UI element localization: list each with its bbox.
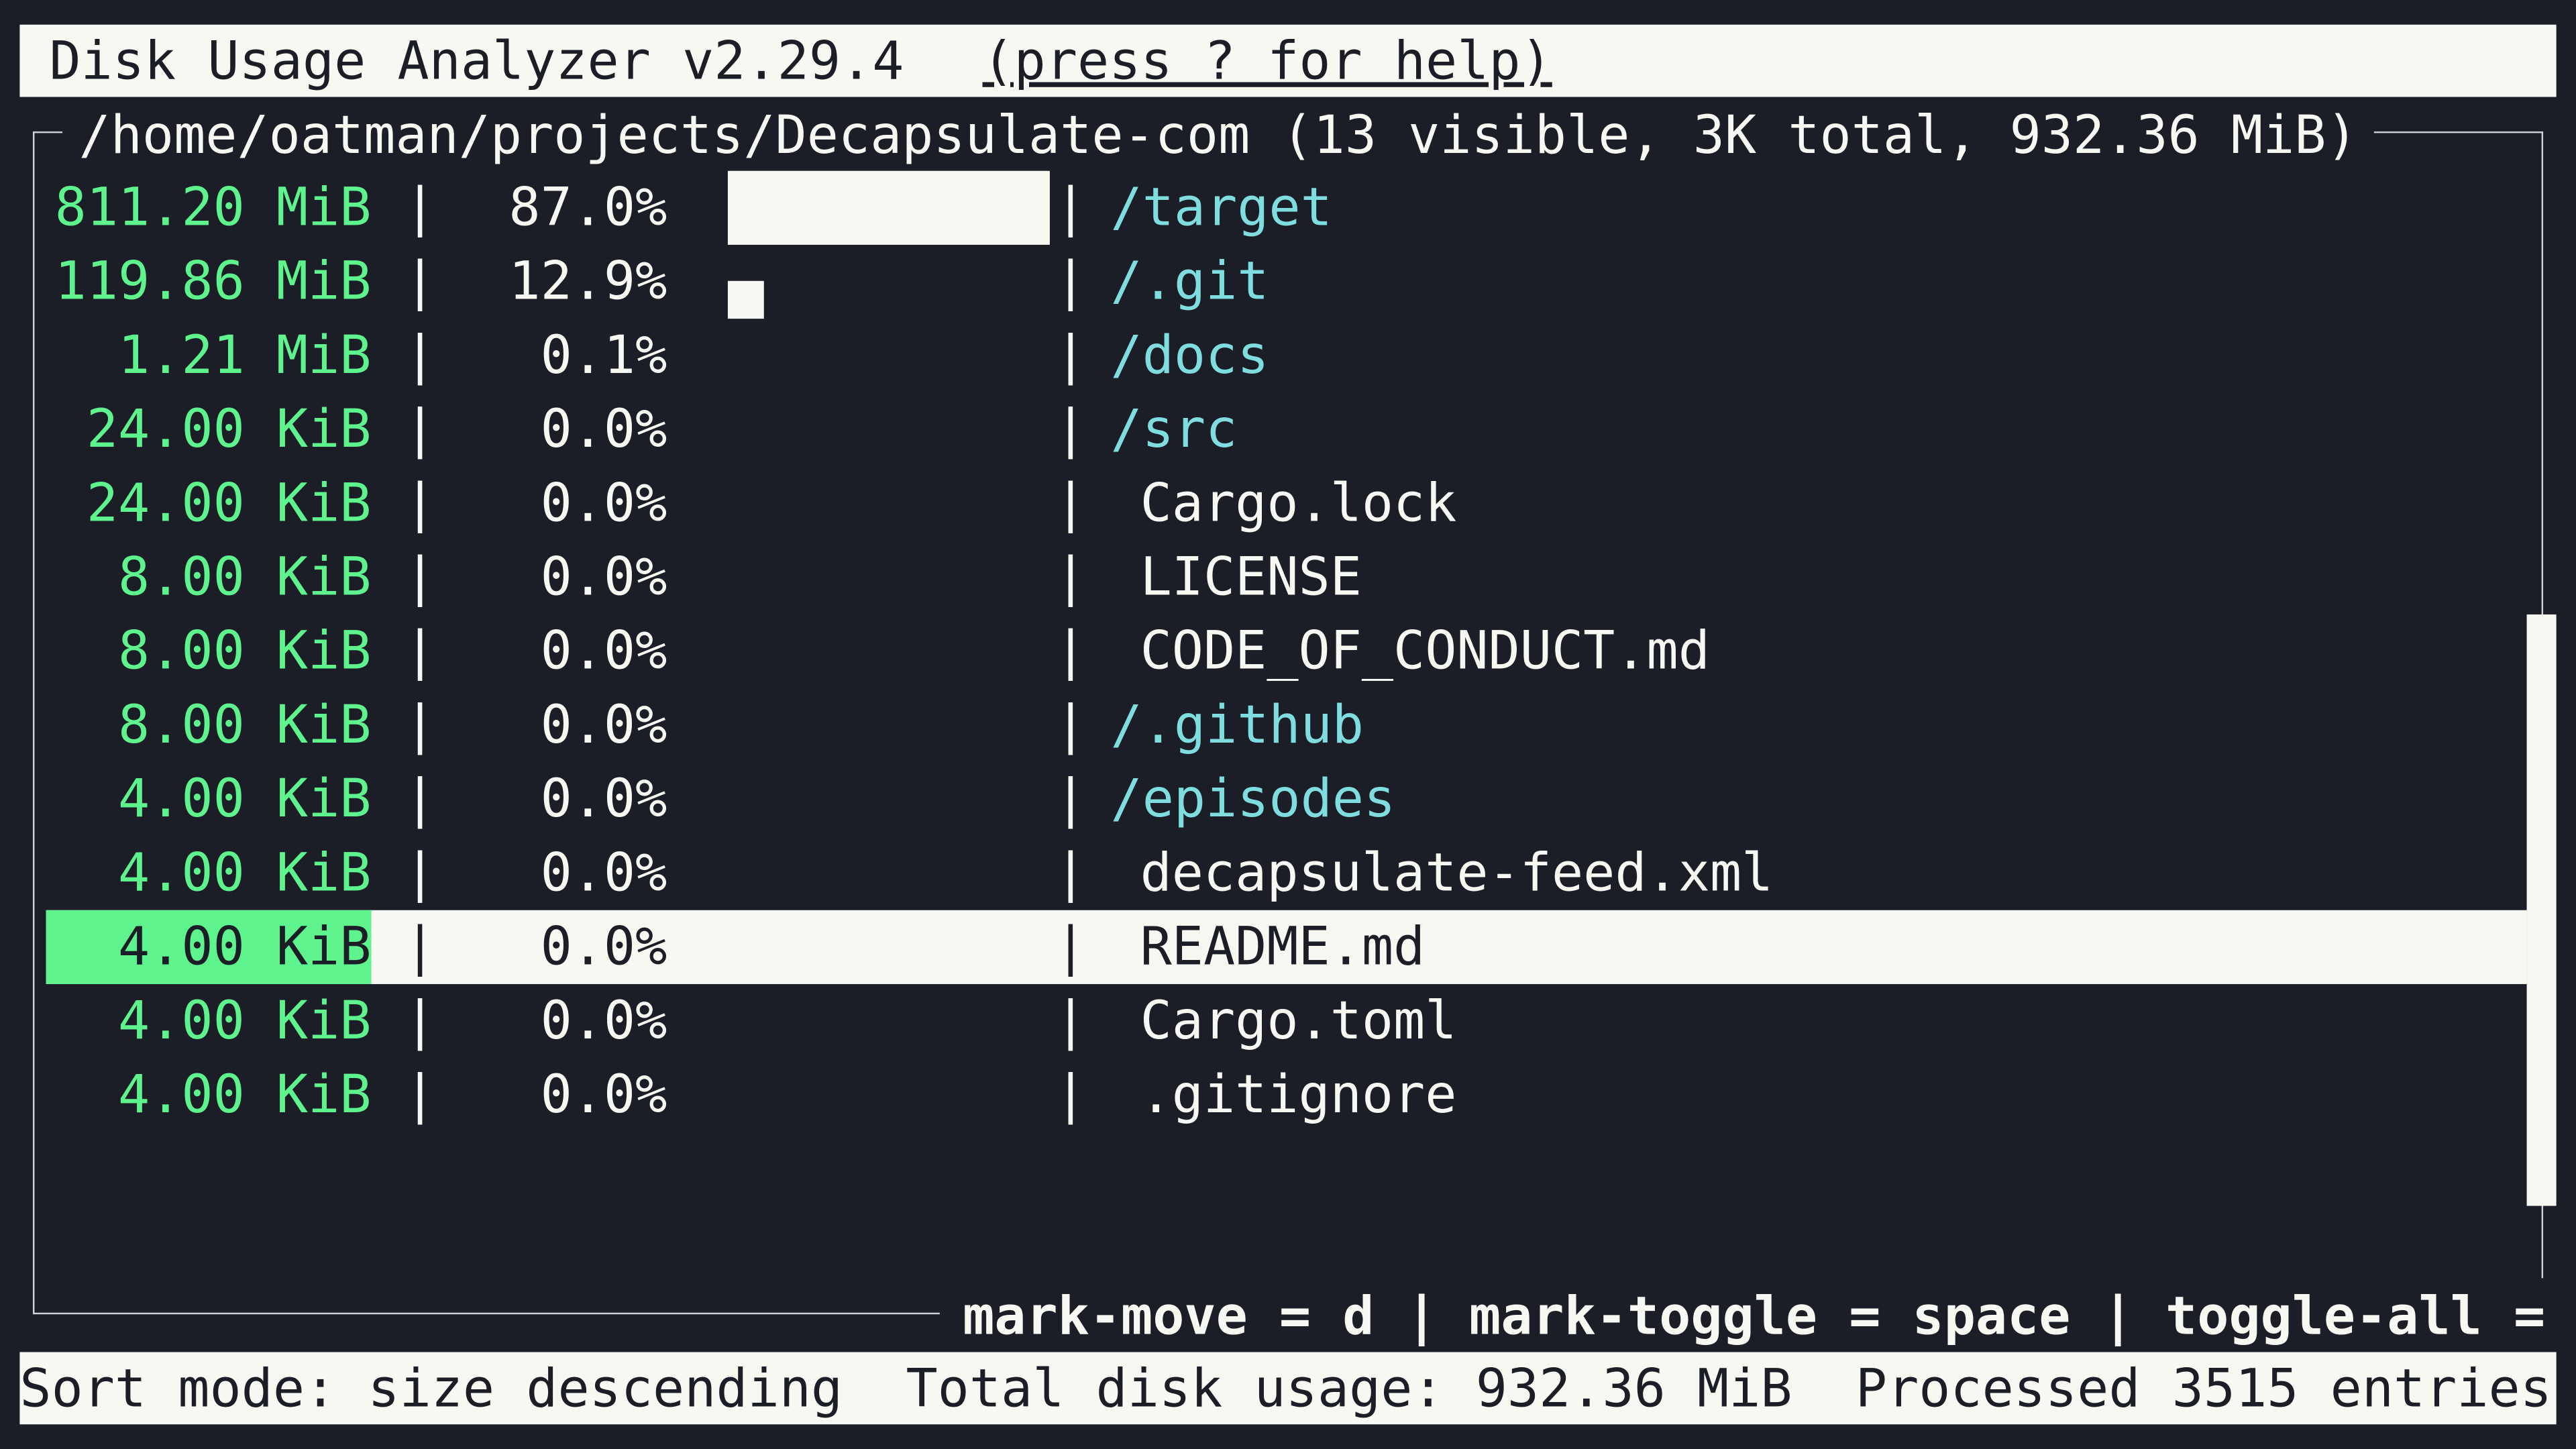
file-name: CODE_OF_CONDUCT.md xyxy=(1140,619,1710,682)
entry-size: 4.00 KiB xyxy=(118,1063,372,1126)
entry-size: 8.00 KiB xyxy=(118,693,372,756)
entry-size: 24.00 KiB xyxy=(86,471,372,534)
scrollbar[interactable] xyxy=(2526,614,2557,1206)
column-separator: | xyxy=(1055,471,1087,534)
key-hints: mark-move = d | mark-toggle = space | to… xyxy=(939,1278,2576,1354)
column-separator: | xyxy=(404,250,436,313)
entry-percent: 0.1% xyxy=(540,323,667,386)
entry-percent: 0.0% xyxy=(540,471,667,534)
column-separator: | xyxy=(404,545,436,608)
entry-size: 4.00 KiB xyxy=(118,767,372,830)
column-separator: | xyxy=(404,619,436,682)
column-separator: | xyxy=(1055,545,1087,608)
status-bar: Sort mode: size descending Total disk us… xyxy=(19,1352,2557,1425)
column-separator: | xyxy=(1055,989,1087,1052)
file-name: Cargo.lock xyxy=(1140,471,1457,534)
usage-bar xyxy=(727,280,764,319)
column-separator: | xyxy=(1055,323,1087,386)
entry-row[interactable]: 8.00 KiB | 0.0% | CODE_OF_CONDUCT.md xyxy=(46,614,2527,688)
usage-bar xyxy=(727,170,1050,245)
entry-percent: 0.0% xyxy=(540,989,667,1052)
entry-size: 8.00 KiB xyxy=(118,619,372,682)
directory-name: /episodes xyxy=(1110,767,1396,830)
column-separator: | xyxy=(1055,915,1087,978)
entry-percent: 0.0% xyxy=(540,693,667,756)
entry-size: 8.00 KiB xyxy=(118,545,372,608)
directory-name: /.git xyxy=(1110,250,1269,313)
file-name: README.md xyxy=(1140,915,1426,978)
entry-row[interactable]: 4.00 KiB | 0.0% | /episodes xyxy=(46,762,2527,836)
entry-row[interactable]: 24.00 KiB | 0.0% | Cargo.lock xyxy=(46,467,2527,541)
entry-row[interactable]: 8.00 KiB | 0.0% | LICENSE xyxy=(46,541,2527,614)
column-separator: | xyxy=(1055,619,1087,682)
entry-row[interactable]: 119.86 MiB | 12.9% | /.git xyxy=(46,245,2527,319)
panel-title-path: /home/oatman/projects/Decapsulate-com (1… xyxy=(62,98,2375,171)
terminal-window: Disk Usage Analyzer v2.29.4 (press ? for… xyxy=(0,0,2576,1449)
column-separator: | xyxy=(1055,397,1087,460)
file-name: .gitignore xyxy=(1140,1063,1457,1126)
entry-row[interactable]: 4.00 KiB | 0.0% | Cargo.toml xyxy=(46,984,2527,1058)
entry-percent: 0.0% xyxy=(540,619,667,682)
column-separator: | xyxy=(1055,1063,1087,1126)
entry-size: 1.21 MiB xyxy=(118,323,372,386)
directory-name: /src xyxy=(1110,397,1238,460)
entry-percent: 0.0% xyxy=(540,545,667,608)
entry-size: 4.00 KiB xyxy=(118,841,372,904)
entry-size: 119.86 MiB xyxy=(54,250,372,313)
title-bar: Disk Usage Analyzer v2.29.4 (press ? for… xyxy=(19,24,2557,97)
entry-percent: 0.0% xyxy=(540,397,667,460)
help-link[interactable]: (press ? for help) xyxy=(983,25,1552,97)
entry-percent: 87.0% xyxy=(508,176,667,239)
entry-percent: 0.0% xyxy=(540,767,667,830)
column-separator: | xyxy=(404,1063,436,1126)
column-separator: | xyxy=(1055,767,1087,830)
entry-percent: 0.0% xyxy=(540,915,667,978)
entry-size: 24.00 KiB xyxy=(86,397,372,460)
entry-row[interactable]: 811.20 MiB | 87.0% | /target xyxy=(46,170,2527,245)
column-separator: | xyxy=(404,693,436,756)
entry-row[interactable]: 8.00 KiB | 0.0% | /.github xyxy=(46,688,2527,762)
column-separator: | xyxy=(1055,250,1087,313)
entry-row[interactable]: 4.00 KiB | 0.0% | decapsulate-feed.xml xyxy=(46,837,2527,910)
entry-percent: 0.0% xyxy=(540,841,667,904)
entry-size: 4.00 KiB xyxy=(118,989,372,1052)
directory-name: /docs xyxy=(1110,323,1269,386)
app-title: Disk Usage Analyzer v2.29.4 xyxy=(49,30,904,93)
column-separator: | xyxy=(404,767,436,830)
entry-size: 811.20 MiB xyxy=(54,176,372,239)
column-separator: | xyxy=(404,323,436,386)
column-separator: | xyxy=(404,841,436,904)
column-separator: | xyxy=(404,915,436,978)
column-separator: | xyxy=(1055,841,1087,904)
column-separator: | xyxy=(404,176,436,239)
entry-size: 4.00 KiB xyxy=(46,910,372,984)
file-name: Cargo.toml xyxy=(1140,989,1457,1052)
column-separator: | xyxy=(404,471,436,534)
entry-row[interactable]: 4.00 KiB | 0.0% | .gitignore xyxy=(46,1058,2527,1132)
directory-name: /.github xyxy=(1110,693,1364,756)
file-name: decapsulate-feed.xml xyxy=(1140,841,1774,904)
entry-percent: 0.0% xyxy=(540,1063,667,1126)
entry-row[interactable]: 24.00 KiB | 0.0% | /src xyxy=(46,392,2527,466)
file-name: LICENSE xyxy=(1140,545,1362,608)
entry-row[interactable]: 4.00 KiB | 0.0% | README.md xyxy=(46,910,2527,984)
column-separator: | xyxy=(404,989,436,1052)
entry-row[interactable]: 1.21 MiB | 0.1% | /docs xyxy=(46,319,2527,392)
column-separator: | xyxy=(1055,693,1087,756)
column-separator: | xyxy=(1055,176,1087,239)
directory-name: /target xyxy=(1110,176,1332,239)
column-separator: | xyxy=(404,397,436,460)
entry-percent: 12.9% xyxy=(508,250,667,313)
